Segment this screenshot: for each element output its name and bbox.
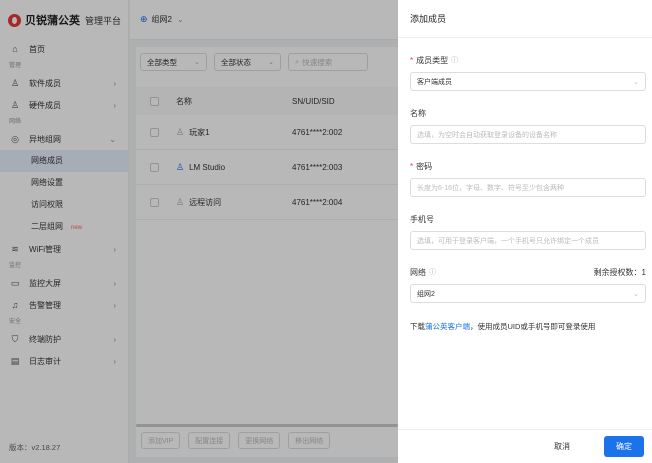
phone-label: 手机号: [410, 213, 646, 225]
phone-label-text: 手机号: [410, 214, 434, 224]
modal-overlay[interactable]: [0, 0, 398, 463]
note-suffix: ，使用成员UID或手机号即可登录使用: [470, 322, 596, 331]
add-member-form: * 成员类型 ⓘ 客户端成员 ⌄ 名称 选填，为空时会自动获取登录设备的设备名称…: [398, 54, 652, 332]
member-type-select[interactable]: 客户端成员 ⌄: [410, 72, 646, 91]
password-input[interactable]: 长度为6-16位，字母、数字、符号至少包含两种: [410, 178, 646, 197]
member-type-value: 客户端成员: [417, 78, 452, 86]
password-label-text: 密码: [416, 161, 433, 171]
name-placeholder: 选填，为空时会自动获取登录设备的设备名称: [417, 131, 557, 139]
confirm-button[interactable]: 确定: [604, 436, 644, 457]
phone-placeholder: 选填，可用于登录客户端，一个手机号只允许绑定一个成员: [417, 237, 599, 245]
help-icon[interactable]: ⓘ: [429, 267, 436, 277]
name-input[interactable]: 选填，为空时会自动获取登录设备的设备名称: [410, 125, 646, 144]
drawer-title: 添加成员: [398, 0, 652, 38]
phone-input[interactable]: 选填，可用于登录客户端，一个手机号只允许绑定一个成员: [410, 231, 646, 250]
add-member-drawer: 添加成员 * 成员类型 ⓘ 客户端成员 ⌄ 名称 选填，为空时会自动获取登录设备…: [398, 0, 652, 463]
member-type-label-text: 成员类型: [416, 55, 449, 65]
note-prefix: 下载: [410, 322, 425, 331]
download-client-link[interactable]: 蒲公英客户端: [425, 322, 470, 331]
password-placeholder: 长度为6-16位，字母、数字、符号至少包含两种: [417, 184, 565, 192]
download-note: 下载蒲公英客户端，使用成员UID或手机号即可登录使用: [410, 321, 646, 332]
chevron-down-icon: ⌄: [633, 78, 639, 86]
cancel-button[interactable]: 取消: [542, 437, 582, 456]
network-label-text: 网络: [410, 267, 426, 277]
help-icon[interactable]: ⓘ: [451, 55, 458, 65]
name-label-text: 名称: [410, 108, 426, 118]
chevron-down-icon: ⌄: [633, 290, 639, 298]
network-select[interactable]: 组网2 ⌄: [410, 284, 646, 303]
network-value: 组网2: [417, 290, 435, 298]
password-label: * 密码: [410, 160, 646, 172]
network-label: 网络 ⓘ 剩余授权数：1: [410, 266, 646, 278]
required-mark: *: [410, 161, 414, 171]
member-type-label: * 成员类型 ⓘ: [410, 54, 646, 66]
name-label: 名称: [410, 107, 646, 119]
drawer-footer: 取消 确定: [398, 429, 652, 463]
required-mark: *: [410, 55, 414, 65]
remaining-quota: 剩余授权数：1: [593, 267, 646, 277]
